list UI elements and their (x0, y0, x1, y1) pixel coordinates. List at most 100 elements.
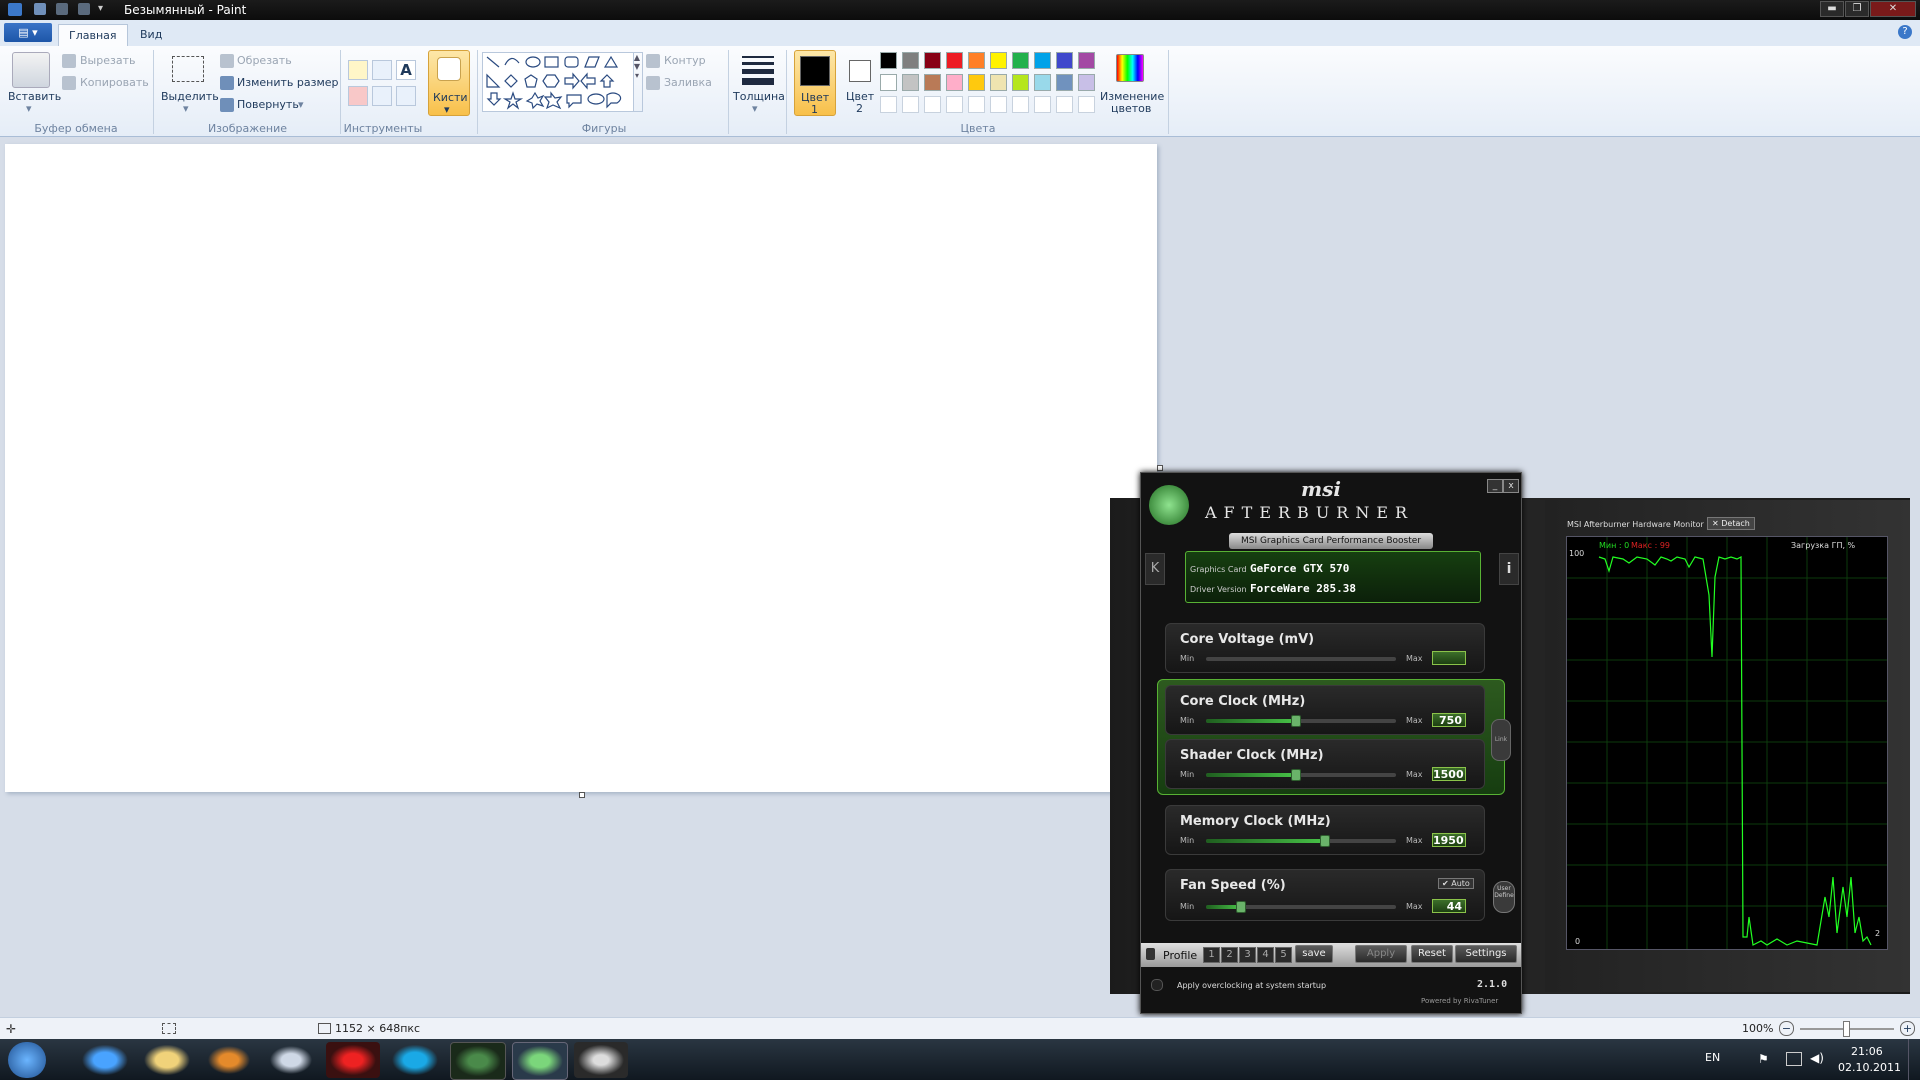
resize-button[interactable]: Изменить размер (237, 76, 339, 89)
memory-clock-value[interactable]: 1950 (1432, 833, 1466, 847)
qat-dropdown-icon[interactable]: ▾ (98, 3, 103, 14)
internet-explorer-icon[interactable] (78, 1042, 132, 1078)
palette-swatch[interactable] (1056, 74, 1073, 91)
custom-color-slot[interactable] (1034, 96, 1051, 113)
rotate-button[interactable]: Повернуть (237, 98, 299, 111)
help-icon[interactable]: ? (1898, 25, 1912, 39)
clock-time[interactable]: 21:06 (1851, 1045, 1883, 1058)
size-button[interactable]: Толщина (733, 90, 785, 103)
palette-swatch[interactable] (902, 74, 919, 91)
file-menu-button[interactable]: ▤ ▾ (4, 23, 52, 42)
profile-1-button[interactable]: 1 (1203, 947, 1220, 963)
palette-swatch[interactable] (1012, 74, 1029, 91)
core-clock-value[interactable]: 750 (1432, 713, 1466, 727)
select-dropdown-icon[interactable]: ▾ (183, 102, 189, 115)
custom-color-slot[interactable] (1056, 96, 1073, 113)
shapes-gallery[interactable] (482, 52, 634, 112)
core-voltage-slider[interactable] (1206, 657, 1396, 661)
palette-swatch[interactable] (990, 74, 1007, 91)
gpuz-icon[interactable] (574, 1042, 628, 1078)
profile-4-button[interactable]: 4 (1257, 947, 1274, 963)
palette-swatch[interactable] (880, 52, 897, 69)
palette-swatch[interactable] (946, 74, 963, 91)
detach-button[interactable]: ✕ Detach (1707, 517, 1755, 530)
link-toggle-button[interactable]: Link (1491, 719, 1511, 761)
fan-auto-button[interactable]: ✔ Auto (1438, 878, 1474, 889)
ab-left-nav-button[interactable]: K (1145, 553, 1165, 585)
ab-minimize-button[interactable]: _ (1487, 479, 1503, 493)
profile-2-button[interactable]: 2 (1221, 947, 1238, 963)
color2-button[interactable]: Цвет 2 (840, 50, 880, 115)
save-profile-button[interactable]: save (1295, 945, 1333, 963)
palette-swatch[interactable] (1034, 52, 1051, 69)
shapes-scroll[interactable]: ▲ ▼ ▾ (632, 52, 643, 112)
palette-swatch[interactable] (946, 52, 963, 69)
core-voltage-value[interactable] (1432, 651, 1466, 665)
palette-swatch[interactable] (990, 52, 1007, 69)
profile-3-button[interactable]: 3 (1239, 947, 1256, 963)
size-dropdown-icon[interactable]: ▾ (752, 102, 758, 115)
shader-clock-slider[interactable] (1206, 769, 1396, 781)
action-center-flag-icon[interactable]: ⚑ (1758, 1052, 1769, 1066)
show-desktop-button[interactable] (1908, 1039, 1920, 1080)
tab-view[interactable]: Вид (130, 24, 172, 46)
settings-button[interactable]: Settings (1455, 945, 1517, 963)
outline-dropdown[interactable]: Контур (664, 54, 706, 67)
drawing-canvas[interactable] (5, 144, 1157, 792)
reset-button[interactable]: Reset (1411, 945, 1453, 963)
tab-home[interactable]: Главная (58, 24, 128, 47)
eraser-icon[interactable] (348, 86, 368, 106)
redo-icon[interactable] (78, 3, 90, 15)
zoom-in-button[interactable]: + (1900, 1021, 1915, 1036)
fill-dropdown[interactable]: Заливка (664, 76, 712, 89)
brushes-button[interactable]: Кисти ▾ (428, 50, 470, 116)
palette-swatch[interactable] (1078, 52, 1095, 69)
canvas-resize-handle-bottom[interactable] (579, 792, 585, 798)
palette-swatch[interactable] (1056, 52, 1073, 69)
crop-button[interactable]: Обрезать (237, 54, 292, 67)
copy-button[interactable]: Копировать (80, 76, 149, 89)
palette-swatch[interactable] (902, 52, 919, 69)
palette-swatch[interactable] (1078, 74, 1095, 91)
palette-swatch[interactable] (968, 52, 985, 69)
custom-color-slot[interactable] (880, 96, 897, 113)
select-button[interactable]: Выделить (161, 90, 219, 103)
undo-icon[interactable] (56, 3, 68, 15)
memory-clock-knob[interactable] (1319, 835, 1330, 847)
explorer-folder-icon[interactable] (140, 1042, 194, 1078)
palette-swatch[interactable] (880, 74, 897, 91)
fan-speed-knob[interactable] (1236, 901, 1247, 913)
lock-icon[interactable] (1146, 948, 1155, 960)
cut-button[interactable]: Вырезать (80, 54, 135, 67)
palette-swatch[interactable] (968, 74, 985, 91)
custom-color-slot[interactable] (924, 96, 941, 113)
core-clock-slider[interactable] (1206, 715, 1396, 727)
fan-speed-slider[interactable] (1206, 901, 1396, 913)
shader-clock-value[interactable]: 1500 (1432, 767, 1466, 781)
custom-color-slot[interactable] (902, 96, 919, 113)
magnifier-icon[interactable] (396, 86, 416, 106)
shader-clock-knob[interactable] (1291, 769, 1302, 781)
pencil-icon[interactable] (348, 60, 368, 80)
network-icon[interactable] (1786, 1052, 1802, 1066)
palette-swatch[interactable] (924, 52, 941, 69)
language-indicator[interactable]: EN (1705, 1051, 1720, 1064)
custom-color-slot[interactable] (968, 96, 985, 113)
skype-icon[interactable] (388, 1042, 442, 1078)
custom-color-slot[interactable] (1012, 96, 1029, 113)
paste-dropdown-icon[interactable]: ▾ (26, 102, 32, 115)
fill-bucket-icon[interactable] (372, 60, 392, 80)
task-manager-icon[interactable] (450, 1042, 506, 1080)
ab-close-button[interactable]: x (1503, 479, 1519, 493)
custom-color-slot[interactable] (946, 96, 963, 113)
paste-button[interactable]: Вставить (8, 90, 61, 103)
afterburner-taskbar-icon[interactable] (512, 1042, 568, 1080)
clock-date[interactable]: 02.10.2011 (1838, 1061, 1901, 1074)
save-icon[interactable] (34, 3, 46, 15)
apply-button[interactable]: Apply (1355, 945, 1407, 963)
volume-icon[interactable]: ◀) (1810, 1051, 1824, 1065)
start-button[interactable] (8, 1042, 46, 1078)
palette-swatch[interactable] (1034, 74, 1051, 91)
palette-swatch[interactable] (924, 74, 941, 91)
text-tool-icon[interactable]: A (396, 60, 416, 80)
